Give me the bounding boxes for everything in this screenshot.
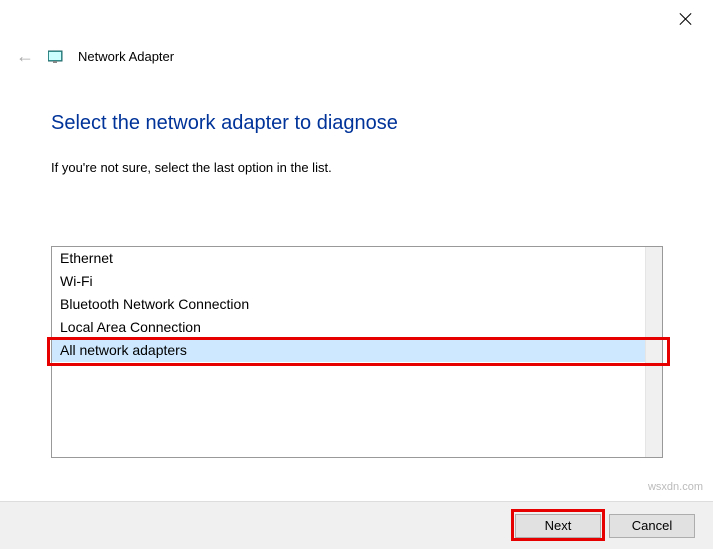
page-subtext: If you're not sure, select the last opti… [51,160,332,175]
list-item-selected[interactable]: All network adapters [52,339,662,362]
list-item[interactable]: Ethernet [52,247,662,270]
back-arrow-icon[interactable]: ← [16,46,34,67]
list-item[interactable]: Local Area Connection [52,316,662,339]
window-title: Network Adapter [78,49,174,64]
list-item[interactable]: Wi-Fi [52,270,662,293]
header: ← Network Adapter [16,46,174,67]
footer: Next Cancel [0,501,713,549]
watermark: wsxdn.com [648,481,703,493]
cancel-button[interactable]: Cancel [609,514,695,538]
network-adapter-icon [48,50,64,64]
next-button[interactable]: Next [515,514,601,538]
adapter-list: Ethernet Wi-Fi Bluetooth Network Connect… [51,246,663,458]
close-icon[interactable] [679,12,693,26]
scrollbar[interactable] [645,247,662,457]
page-heading: Select the network adapter to diagnose [51,112,398,135]
list-item[interactable]: Bluetooth Network Connection [52,293,662,316]
